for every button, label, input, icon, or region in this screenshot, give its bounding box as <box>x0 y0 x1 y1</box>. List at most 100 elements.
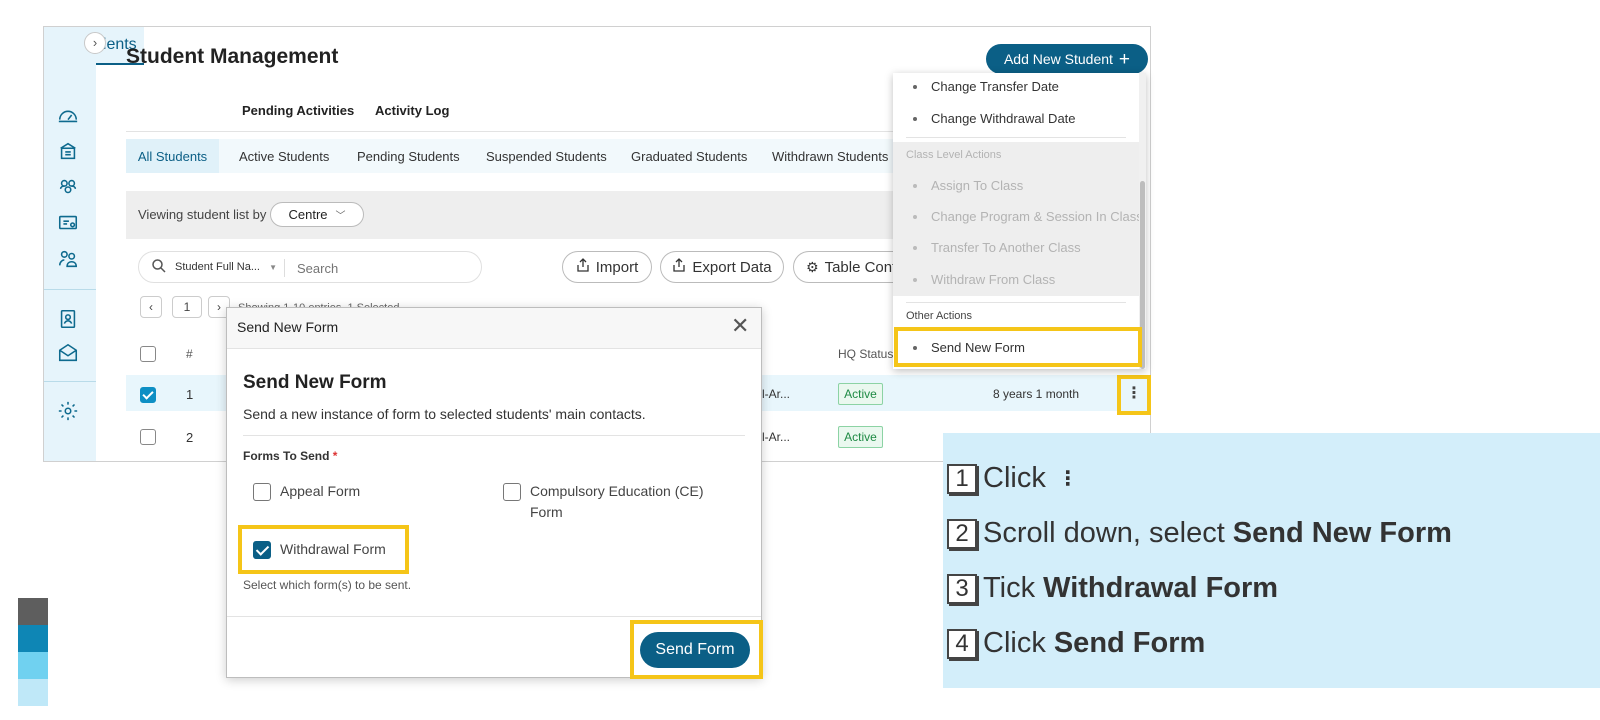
close-icon[interactable]: ✕ <box>731 315 749 337</box>
bullet <box>913 85 917 89</box>
modal-title: Send New Form <box>243 372 387 393</box>
menu-item-change-withdrawal-date[interactable]: Change Withdrawal Date <box>931 111 1076 126</box>
chevron-down-icon: ﹀ <box>335 211 346 222</box>
row-checkbox[interactable] <box>140 387 156 403</box>
report-icon[interactable] <box>56 307 80 331</box>
step-bold-text: Send Form <box>1053 627 1206 659</box>
status-badge: Active <box>838 426 883 448</box>
gear-icon[interactable] <box>56 399 80 423</box>
instruction-step: 3 Tick Withdrawal Form <box>947 572 1278 605</box>
tab-pending-activities[interactable]: Pending Activities <box>242 103 354 118</box>
dashboard-icon[interactable] <box>56 103 80 127</box>
sidebar-collapse-button[interactable]: › <box>84 32 106 54</box>
required-mark: * <box>332 449 338 463</box>
menu-heading-other-actions: Other Actions <box>906 310 973 322</box>
row-cell-name: l-Ar... <box>762 387 791 401</box>
row-number: 2 <box>186 430 194 445</box>
ce-form-label: Compulsory Education (CE) Form <box>530 481 704 523</box>
caret-down-icon: ▼ <box>269 263 277 272</box>
modal-divider <box>243 435 745 436</box>
dropdown-scrollbar[interactable] <box>1139 73 1146 369</box>
subtabs-bar: All Students Active Students Pending Stu… <box>126 139 906 173</box>
ce-form-label-line2: Form <box>530 504 563 520</box>
staff-icon[interactable] <box>56 247 80 271</box>
upload-icon <box>672 258 686 276</box>
modal-header: Send New Form ✕ <box>227 308 761 349</box>
menu-divider <box>906 137 1126 138</box>
tab-activity-log[interactable]: Activity Log <box>375 103 449 118</box>
row-cell-age: 8 years 1 month <box>993 387 1080 401</box>
forms-help-text: Select which form(s) to be sent. <box>243 578 412 592</box>
instruction-step: 4 Click Send Form <box>947 627 1205 660</box>
status-badge: Active <box>838 383 883 405</box>
instruction-step: 1 Click ⋮ <box>947 462 1078 495</box>
step-number: 2 <box>947 518 977 549</box>
subtab-withdrawn-students[interactable]: Withdrawn Students <box>772 149 888 164</box>
menu-heading-class-level: Class Level Actions <box>906 149 1002 161</box>
subtab-all-students[interactable]: All Students <box>126 139 219 173</box>
step-number: 1 <box>947 463 977 494</box>
menu-divider <box>906 302 1126 303</box>
color-swatch <box>18 679 48 706</box>
menu-item-change-transfer-date[interactable]: Change Transfer Date <box>931 79 1059 94</box>
bullet <box>913 184 917 188</box>
table-config-label: Table Conf <box>824 258 897 276</box>
gear-icon: ⚙ <box>806 258 819 275</box>
ce-form-checkbox[interactable] <box>503 483 521 501</box>
subtab-pending-students[interactable]: Pending Students <box>357 149 460 164</box>
send-new-form-highlight <box>894 327 1142 367</box>
pager-page-input[interactable]: 1 <box>172 296 202 318</box>
step-bold-text: Withdrawal Form <box>1043 572 1279 604</box>
ce-form-label-line1: Compulsory Education (CE) <box>530 483 704 499</box>
export-data-label: Export Data <box>692 258 772 276</box>
pager-prev-button[interactable]: ‹ <box>140 296 162 318</box>
step-text: Scroll down, select <box>983 517 1225 549</box>
subtab-active-students[interactable]: Active Students <box>239 149 329 164</box>
search-field-select[interactable]: Student Full Na... ▼ <box>175 261 277 273</box>
classroom-icon[interactable] <box>56 211 80 235</box>
row-checkbox[interactable] <box>140 429 156 445</box>
row-number: 1 <box>186 387 194 402</box>
menu-item-change-program-session: Change Program & Session In Class <box>931 209 1143 224</box>
appeal-form-checkbox[interactable] <box>253 483 271 501</box>
step-number: 3 <box>947 573 977 604</box>
school-icon[interactable] <box>56 139 80 163</box>
subtab-graduated-students[interactable]: Graduated Students <box>631 149 747 164</box>
column-header-hq-status: HQ Status <box>838 347 894 361</box>
instruction-panel: 1 Click ⋮ 2 Scroll down, select Send New… <box>943 433 1600 688</box>
mail-icon[interactable] <box>56 341 80 365</box>
search-field-value: Student Full Na... <box>175 261 260 273</box>
search-input[interactable] <box>297 259 467 277</box>
centre-select[interactable]: Centre ﹀ <box>270 202 364 227</box>
select-all-checkbox[interactable] <box>140 346 156 362</box>
color-swatch <box>18 652 48 679</box>
send-form-highlight <box>630 620 763 679</box>
kebab-icon: ⋮ <box>1057 468 1078 490</box>
search-box: Student Full Na... ▼ <box>138 251 482 283</box>
color-swatch <box>18 598 48 625</box>
add-new-student-button[interactable]: Add New Student + <box>986 44 1148 74</box>
withdrawal-form-highlight <box>238 525 409 574</box>
bullet <box>913 246 917 250</box>
modal-footer-divider <box>227 616 761 617</box>
bullet <box>913 215 917 219</box>
menu-item-transfer-class: Transfer To Another Class <box>931 240 1081 255</box>
import-button[interactable]: Import <box>562 251 652 283</box>
subtab-suspended-students[interactable]: Suspended Students <box>486 149 607 164</box>
add-new-student-label: Add New Student <box>1003 51 1113 67</box>
import-label: Import <box>595 258 639 276</box>
bullet <box>913 278 917 282</box>
modal-header-title: Send New Form <box>237 319 339 335</box>
page-title: Student Management <box>126 45 339 68</box>
sidebar-divider <box>44 289 96 290</box>
search-icon <box>151 258 167 279</box>
instruction-step: 2 Scroll down, select Send New Form <box>947 517 1452 550</box>
forms-to-send-text: Forms To Send <box>243 449 330 463</box>
row-cell-name: l-Ar... <box>762 430 791 444</box>
color-swatch <box>18 625 48 652</box>
export-data-button[interactable]: Export Data <box>660 251 784 283</box>
students-icon[interactable] <box>56 175 80 199</box>
filter-label: Viewing student list by <box>138 207 267 222</box>
modal-description: Send a new instance of form to selected … <box>243 406 646 422</box>
menu-item-withdraw-from-class: Withdraw From Class <box>931 272 1056 287</box>
